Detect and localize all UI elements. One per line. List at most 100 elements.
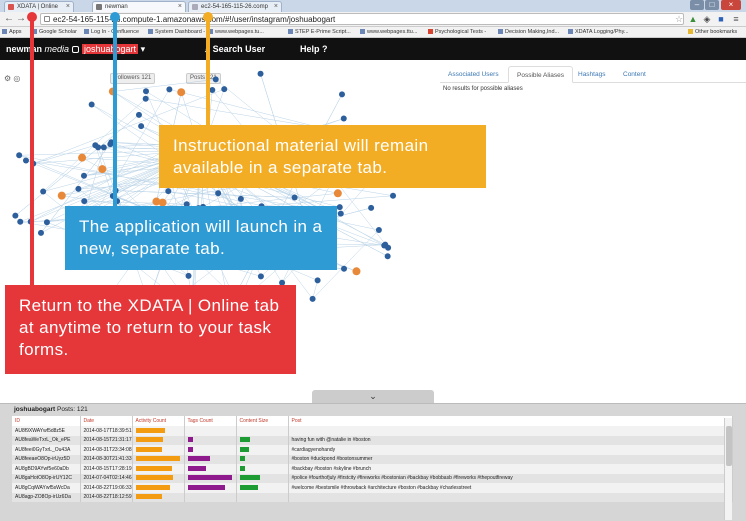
back-icon[interactable]: ← xyxy=(3,13,15,25)
graph-node[interactable] xyxy=(352,267,361,276)
graph-node[interactable] xyxy=(382,241,389,248)
graph-node[interactable] xyxy=(375,226,382,233)
graph-node[interactable] xyxy=(341,265,348,272)
column-header-id[interactable]: ID xyxy=(12,416,81,426)
tab-hashtags[interactable]: Hashtags xyxy=(570,66,613,83)
graph-node[interactable] xyxy=(80,172,87,179)
table-row[interactable]: AU8feei0GyTxrL_Ou43A 2014-08-31T23:34:08 #… xyxy=(12,445,733,455)
graph-node[interactable] xyxy=(17,218,24,225)
table-row[interactable]: AU8feaWeTxrL_Ok_ePE 2014-08-15T21:31:17 ha… xyxy=(12,435,733,445)
close-window-icon[interactable]: × xyxy=(721,0,741,10)
close-tab-icon[interactable]: × xyxy=(274,2,278,12)
graph-node[interactable] xyxy=(337,210,344,217)
column-header-post[interactable]: Post xyxy=(288,416,733,426)
graph-node[interactable] xyxy=(340,115,347,122)
graph-node[interactable] xyxy=(78,153,87,162)
maximize-icon[interactable]: □ xyxy=(705,0,719,10)
bookmark-item[interactable]: STEP E-Prime Script... xyxy=(288,27,351,37)
graph-node[interactable] xyxy=(16,152,23,159)
collapse-panel-button[interactable]: ⌄ xyxy=(312,390,434,403)
graph-node[interactable] xyxy=(135,111,142,118)
tab-associated-users[interactable]: Associated Users xyxy=(440,66,507,83)
graph-node[interactable] xyxy=(390,192,397,199)
column-header-date[interactable]: Date xyxy=(80,416,133,426)
bookmark-item[interactable]: Apps xyxy=(2,27,22,37)
graph-node[interactable] xyxy=(209,86,216,93)
brand-logo[interactable]: newman media xyxy=(6,38,69,60)
column-header-activity[interactable]: Activity Count xyxy=(132,416,185,426)
graph-node[interactable] xyxy=(166,86,173,93)
graph-node[interactable] xyxy=(22,157,29,164)
close-tab-icon[interactable]: × xyxy=(178,2,182,12)
graph-node[interactable] xyxy=(57,191,66,200)
graph-node[interactable] xyxy=(368,204,375,211)
graph-node[interactable] xyxy=(37,229,44,236)
bookmark-item[interactable]: Log In - Confluence xyxy=(84,27,139,37)
bookmark-item[interactable]: www.webpages.tu... xyxy=(208,27,264,37)
graph-node[interactable] xyxy=(185,272,192,279)
url-input[interactable]: ec2-54-165-115-26.compute-1.amazonaws.co… xyxy=(40,13,684,25)
column-header-content[interactable]: Content Size xyxy=(236,416,289,426)
menu-icon[interactable]: ≡ xyxy=(731,14,741,24)
graph-node[interactable] xyxy=(384,253,391,260)
extension-icon[interactable]: ▲ xyxy=(688,14,698,24)
graph-node[interactable] xyxy=(257,70,264,77)
graph-node[interactable] xyxy=(336,204,343,211)
graph-node[interactable] xyxy=(81,198,88,205)
graph-node[interactable] xyxy=(237,195,244,202)
search-user-link[interactable]: ⌕ Search User xyxy=(205,38,265,60)
forward-icon[interactable]: → xyxy=(15,13,27,25)
graph-node[interactable] xyxy=(291,194,298,201)
graph-node[interactable] xyxy=(309,295,316,302)
user-dropdown[interactable]: joshuabogart ▾ xyxy=(72,38,145,60)
graph-node[interactable] xyxy=(177,88,186,97)
graph-node[interactable] xyxy=(12,212,19,219)
browser-tab-newman[interactable]: newman × xyxy=(92,1,186,12)
graph-node[interactable] xyxy=(88,101,95,108)
table-row[interactable]: AU8agp-ZO8Op-irUz6Da 2014-08-22T18:12:59 xyxy=(12,492,733,502)
graph-node[interactable] xyxy=(40,188,47,195)
column-header-tags[interactable]: Tags Count xyxy=(184,416,237,426)
scrollbar-thumb[interactable] xyxy=(726,426,732,466)
graph-node[interactable] xyxy=(314,277,321,284)
graph-node[interactable] xyxy=(98,165,107,174)
minimize-icon[interactable]: – xyxy=(690,0,704,10)
extension-icon[interactable]: ■ xyxy=(716,14,726,24)
table-row[interactable]: AU8feeaeO8Op-irUyz5D 2014-08-30T21:41:33 #… xyxy=(12,454,733,464)
browser-tab-ec2[interactable]: ec2-54-165-115-26.comp × xyxy=(188,1,282,12)
graph-node[interactable] xyxy=(138,123,145,130)
extension-icon[interactable]: ◈ xyxy=(702,14,712,24)
graph-node[interactable] xyxy=(165,188,172,195)
bookmark-item[interactable]: XDATA Logging/Phy... xyxy=(568,27,629,37)
graph-node[interactable] xyxy=(92,142,99,149)
bookmark-item[interactable]: System Dashboard - xyxy=(148,27,205,37)
close-tab-icon[interactable]: × xyxy=(66,2,70,12)
activity-bar xyxy=(135,465,172,471)
graph-node[interactable] xyxy=(43,219,50,226)
graph-node[interactable] xyxy=(75,185,82,192)
table-row[interactable]: AU8gaHotO8Op-irUY12C 2014-07-04T02:14:46 #… xyxy=(12,473,733,483)
bookmark-item[interactable]: Decision Making,Ind... xyxy=(498,27,559,37)
bookmark-item[interactable]: www.webpages.ttu... xyxy=(360,27,417,37)
tab-content[interactable]: Content xyxy=(615,66,654,83)
star-icon[interactable]: ☆ xyxy=(674,14,684,24)
browser-tab-xdata[interactable]: XDATA | Online × xyxy=(4,1,74,12)
graph-node[interactable] xyxy=(338,91,345,98)
graph-node[interactable] xyxy=(257,273,264,280)
table-row[interactable]: AU8gCqiWAYwf5sWcDa 2014-08-22T19:06:33 #we… xyxy=(12,483,733,493)
table-row[interactable]: AU8gBD9AYwf5e60aDb 2014-08-15T17:28:19 #ba… xyxy=(12,464,733,474)
help-link[interactable]: Help ? xyxy=(300,38,328,60)
table-scrollbar[interactable] xyxy=(724,418,732,520)
table-row[interactable]: AU8f9XWAYwf5d8z5E 2014-08-17T18:39:51 xyxy=(12,426,733,436)
bookmark-item[interactable]: Psychological Tests - xyxy=(428,27,486,37)
bookmark-item[interactable]: Google Scholar xyxy=(32,27,77,37)
graph-node[interactable] xyxy=(212,76,219,83)
graph-node[interactable] xyxy=(215,190,222,197)
bookmark-item[interactable]: Other bookmarks xyxy=(688,27,737,37)
graph-node[interactable] xyxy=(100,144,107,151)
graph-node[interactable] xyxy=(333,189,342,198)
graph-node[interactable] xyxy=(221,86,228,93)
graph-node[interactable] xyxy=(142,95,149,102)
graph-node[interactable] xyxy=(143,88,150,95)
tab-possible-aliases[interactable]: Possible Aliases xyxy=(508,66,573,83)
